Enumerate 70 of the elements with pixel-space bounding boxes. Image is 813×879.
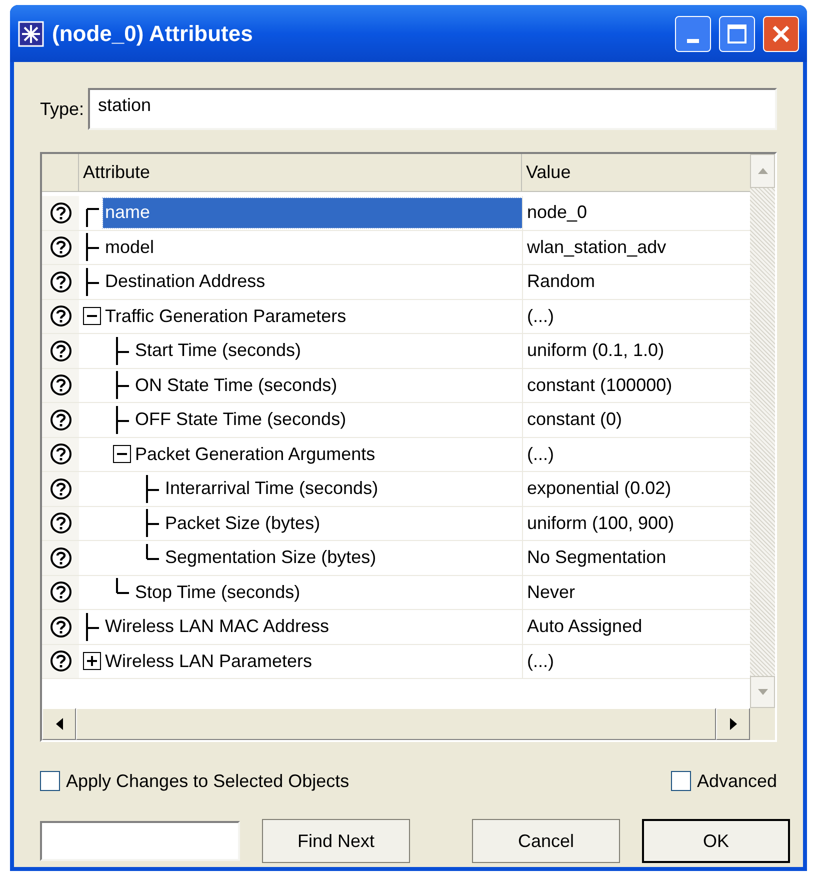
help-icon[interactable] — [50, 443, 72, 466]
tree-line — [86, 266, 100, 297]
help-icon[interactable] — [50, 305, 72, 328]
help-icon[interactable] — [50, 616, 72, 638]
attribute-name[interactable]: Packet Size (bytes) — [163, 508, 322, 538]
attribute-name[interactable]: Packet Generation Arguments — [133, 439, 378, 470]
tree-line — [86, 208, 100, 228]
help-icon[interactable] — [50, 581, 72, 604]
maximize-button[interactable] — [719, 16, 755, 52]
help-icon[interactable] — [50, 650, 72, 672]
down-arrow-icon — [758, 689, 768, 695]
checkbox[interactable]: Apply Changes to Selected Objects — [40, 768, 350, 794]
tree-line — [116, 370, 130, 400]
tree-line — [146, 508, 160, 538]
attribute-name[interactable]: Segmentation Size (bytes) — [163, 542, 378, 573]
attribute-name[interactable]: name — [103, 198, 522, 228]
maximize-icon — [727, 24, 747, 44]
help-icon[interactable] — [50, 236, 72, 258]
tree-line — [86, 232, 100, 262]
type-field[interactable]: station — [88, 88, 777, 130]
close-button[interactable] — [763, 16, 799, 52]
tree-line — [116, 336, 130, 366]
scroll-right-button[interactable] — [716, 708, 750, 740]
close-icon — [771, 24, 791, 44]
minimize-icon — [687, 38, 699, 42]
dialog-button[interactable]: Cancel — [472, 819, 620, 863]
checkbox[interactable]: Advanced — [670, 768, 777, 794]
help-icon[interactable] — [50, 374, 72, 396]
attribute-name[interactable]: OFF State Time (seconds) — [133, 404, 348, 435]
column-header[interactable]: Attribute — [79, 154, 522, 191]
attribute-name[interactable]: Start Time (seconds) — [133, 336, 304, 366]
tree-line — [146, 542, 160, 560]
scroll-left-button[interactable] — [42, 708, 76, 740]
help-icon[interactable] — [50, 512, 72, 534]
ok-button[interactable]: OK — [642, 819, 790, 863]
expand-toggle[interactable] — [83, 652, 101, 670]
attribute-name[interactable]: Interarrival Time (seconds) — [163, 474, 380, 504]
help-icon[interactable] — [50, 202, 72, 224]
minus-icon — [87, 315, 97, 318]
attribute-name[interactable]: ON State Time (seconds) — [133, 370, 340, 400]
tree-line — [116, 404, 130, 435]
minimize-button[interactable] — [675, 16, 711, 52]
help-icon[interactable] — [50, 340, 72, 362]
left-arrow-icon — [56, 718, 62, 730]
collapse-toggle[interactable] — [83, 307, 101, 326]
find-field[interactable] — [40, 821, 240, 861]
attribute-name[interactable]: Wireless LAN MAC Address — [103, 612, 332, 642]
help-icon[interactable] — [50, 478, 72, 500]
collapse-toggle[interactable] — [113, 445, 131, 464]
plus-icon — [87, 656, 97, 666]
help-icon[interactable] — [50, 546, 72, 569]
tree-line — [146, 474, 160, 504]
attribute-name[interactable]: Stop Time (seconds) — [133, 577, 302, 608]
attribute-name[interactable]: Destination Address — [103, 266, 268, 297]
up-arrow-icon — [758, 168, 768, 174]
right-arrow-icon — [730, 718, 736, 730]
star-icon — [18, 20, 44, 46]
attribute-name[interactable]: Wireless LAN Parameters — [103, 646, 314, 676]
tree-line — [116, 577, 130, 594]
help-icon[interactable] — [50, 270, 72, 293]
type-label: Type: — [40, 98, 84, 121]
help-icon[interactable] — [50, 408, 72, 431]
attribute-name[interactable]: Traffic Generation Parameters — [103, 301, 348, 332]
minus-icon — [117, 453, 127, 456]
attribute-name[interactable]: model — [103, 232, 156, 262]
window-title: (node_0) Attributes — [52, 20, 254, 48]
tree-line — [86, 612, 100, 642]
dialog-button[interactable]: Find Next — [262, 819, 410, 863]
scroll-thumb[interactable] — [76, 708, 716, 740]
column-header[interactable]: Value — [522, 154, 750, 191]
